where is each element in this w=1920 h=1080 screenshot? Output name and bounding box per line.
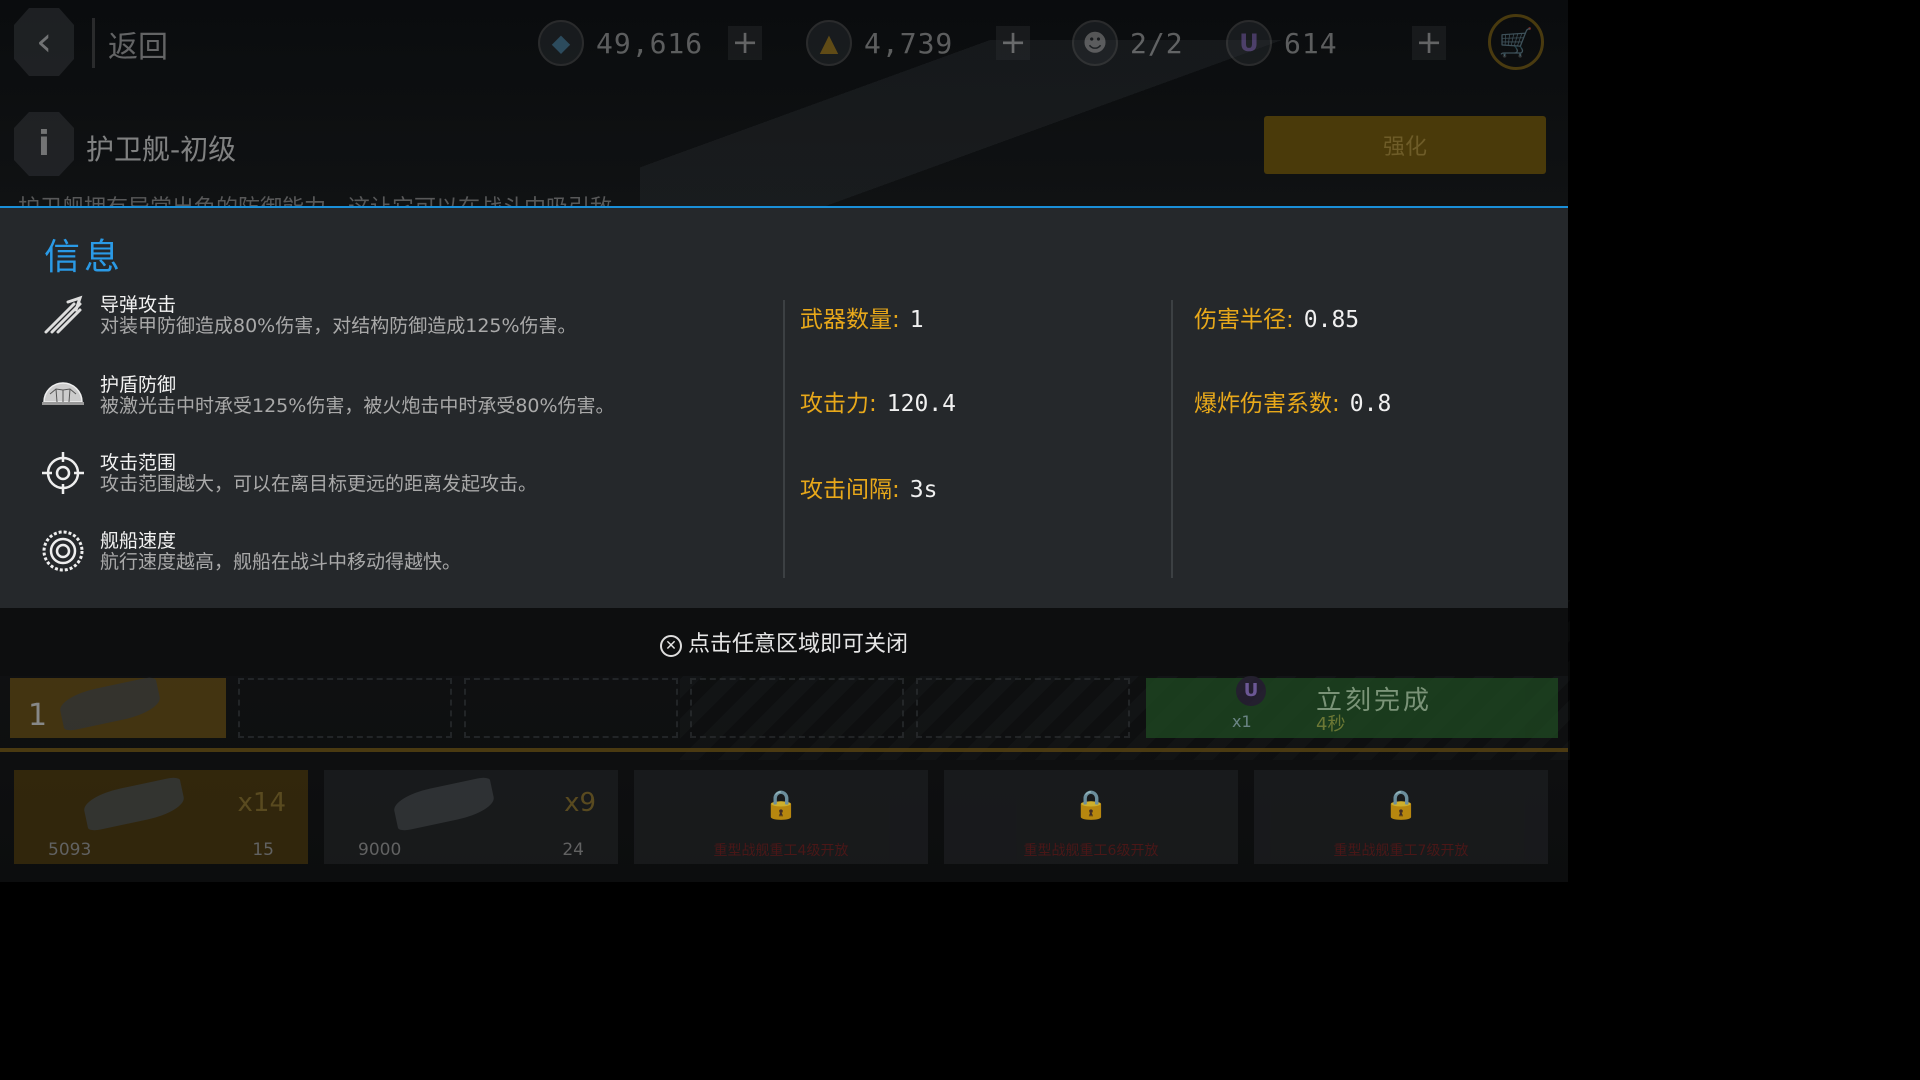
missile-icon	[44, 295, 83, 334]
resource-u-currency: U 614	[1226, 20, 1338, 66]
close-overlay-bar[interactable]: ✕ 点击任意区域即可关闭	[0, 608, 1568, 676]
upgrade-button[interactable]: 强化	[1264, 116, 1546, 174]
ship-thumbnail	[57, 675, 163, 733]
instant-complete-time: 4秒	[1316, 714, 1346, 735]
feature-description: 被激光击中时承受125%伤害，被火炮击中时承受80%伤害。	[100, 395, 615, 417]
ship-card-multiplier: x9	[564, 788, 596, 818]
stat-weapon-count: 武器数量: 1	[800, 300, 924, 334]
back-button[interactable]: ‹	[14, 8, 74, 76]
crew-icon: ☻	[1072, 20, 1118, 66]
info-icon[interactable]: i	[14, 112, 74, 176]
close-hint[interactable]: ✕ 点击任意区域即可关闭	[0, 626, 1568, 658]
feature-name: 舰船速度	[100, 530, 177, 552]
ship-thumbnail	[81, 775, 187, 833]
u-currency-icon: U	[1226, 20, 1272, 66]
gold-icon: ▲	[806, 20, 852, 66]
unlock-requirement: 重型战舰重工4级开放	[713, 843, 849, 859]
queue-slot-active[interactable]: 1	[10, 675, 226, 738]
feature-name: 导弹攻击	[100, 294, 177, 316]
shop-cart-icon[interactable]: 🛒	[1488, 14, 1544, 70]
ship-card-locked[interactable]: 🔒 重型战舰重工7级开放	[1254, 770, 1548, 864]
crystal-icon: ◆	[538, 20, 584, 66]
stat-label: 爆炸伤害系数:	[1194, 391, 1340, 417]
ship-thumbnail	[391, 775, 497, 833]
stat-value: 0.85	[1303, 307, 1360, 333]
stat-damage-radius: 伤害半径: 0.85	[1194, 300, 1359, 334]
ship-card-multiplier: x14	[237, 788, 286, 818]
stat-label: 武器数量:	[800, 307, 900, 333]
stat-explosion-damage: 爆炸伤害系数: 0.8	[1194, 384, 1391, 418]
ship-card-locked[interactable]: 🔒 重型战舰重工6级开放	[944, 770, 1238, 864]
unlock-requirement: 重型战舰重工7级开放	[1333, 843, 1469, 859]
crosshair-icon	[42, 452, 84, 494]
shield-dome-icon	[42, 382, 84, 405]
feature-description: 攻击范围越大，可以在离目标更远的距离发起攻击。	[100, 473, 538, 495]
resource-crew: ☻ 2/2	[1072, 20, 1184, 66]
feature-name: 护盾防御	[100, 374, 177, 396]
ship-card-cost: 9000	[358, 840, 402, 860]
resource-gold: ▲ 4,739	[806, 20, 953, 66]
gold-amount: 4,739	[864, 26, 954, 60]
queue-slot-empty	[690, 678, 904, 738]
u-currency-icon: U	[1236, 676, 1266, 706]
unlock-requirement: 重型战舰重工6级开放	[1023, 843, 1159, 859]
column-divider	[1171, 300, 1173, 578]
queue-count: 1	[28, 698, 48, 733]
ship-card-locked[interactable]: 🔒 重型战舰重工4级开放	[634, 770, 928, 864]
divider	[92, 18, 95, 68]
ship-card-crew: 15	[252, 840, 274, 860]
ship-card-cost: 5093	[48, 840, 92, 860]
lock-icon: 🔒	[1383, 788, 1419, 821]
queue-slot-empty	[464, 678, 678, 738]
feature-description: 对装甲防御造成80%伤害，对结构防御造成125%伤害。	[100, 315, 577, 337]
ship-card-crew: 24	[562, 840, 584, 860]
crystal-amount: 49,616	[596, 26, 704, 60]
back-label[interactable]: 返回	[108, 22, 168, 66]
panel-title: 信息	[44, 237, 125, 278]
feature-description: 航行速度越高，舰船在战斗中移动得越快。	[100, 551, 462, 573]
stat-value: 3s	[909, 477, 938, 503]
add-crystal-button[interactable]: +	[728, 26, 762, 60]
column-divider	[783, 300, 785, 578]
info-panel[interactable]: 信息 导弹攻击 对装甲防御造成80%伤害，对结构防御造成125%伤害。 护盾防御…	[0, 206, 1568, 608]
top-bar: ‹ 返回 ◆ 49,616 + ▲ 4,739 + ☻ 2/2 U 614 + …	[0, 0, 1568, 88]
stat-label: 攻击间隔:	[800, 477, 900, 503]
chevron-left-icon: ‹	[36, 19, 52, 65]
stat-value: 1	[909, 307, 924, 333]
stat-value: 120.4	[886, 391, 956, 417]
close-hint-text: 点击任意区域即可关闭	[687, 632, 908, 657]
speed-icon	[42, 530, 84, 572]
ship-card[interactable]: x14 5093 15	[14, 770, 308, 864]
crew-amount: 2/2	[1130, 26, 1184, 60]
resource-crystal: ◆ 49,616	[538, 20, 703, 66]
feature-name: 攻击范围	[100, 452, 177, 474]
stat-attack: 攻击力: 120.4	[800, 384, 956, 418]
lock-icon: 🔒	[1073, 788, 1109, 821]
stat-value: 0.8	[1349, 391, 1392, 417]
queue-slot-empty	[916, 678, 1130, 738]
add-gold-button[interactable]: +	[996, 26, 1030, 60]
stat-label: 伤害半径:	[1194, 307, 1294, 333]
divider	[0, 748, 1568, 752]
instant-cost: x1	[1232, 712, 1252, 731]
stat-label: 攻击力:	[800, 391, 877, 417]
u-currency-amount: 614	[1284, 26, 1338, 60]
stat-attack-interval: 攻击间隔: 3s	[800, 470, 937, 504]
close-icon: ✕	[659, 635, 682, 657]
ship-card[interactable]: x9 9000 24	[324, 770, 618, 864]
instant-complete-button[interactable]: U x1 立刻完成 4秒	[1146, 676, 1558, 738]
add-u-currency-button[interactable]: +	[1412, 26, 1446, 60]
ship-name: 护卫舰-初级	[86, 133, 237, 166]
lock-icon: 🔒	[763, 788, 799, 821]
queue-slot-empty	[238, 678, 452, 738]
